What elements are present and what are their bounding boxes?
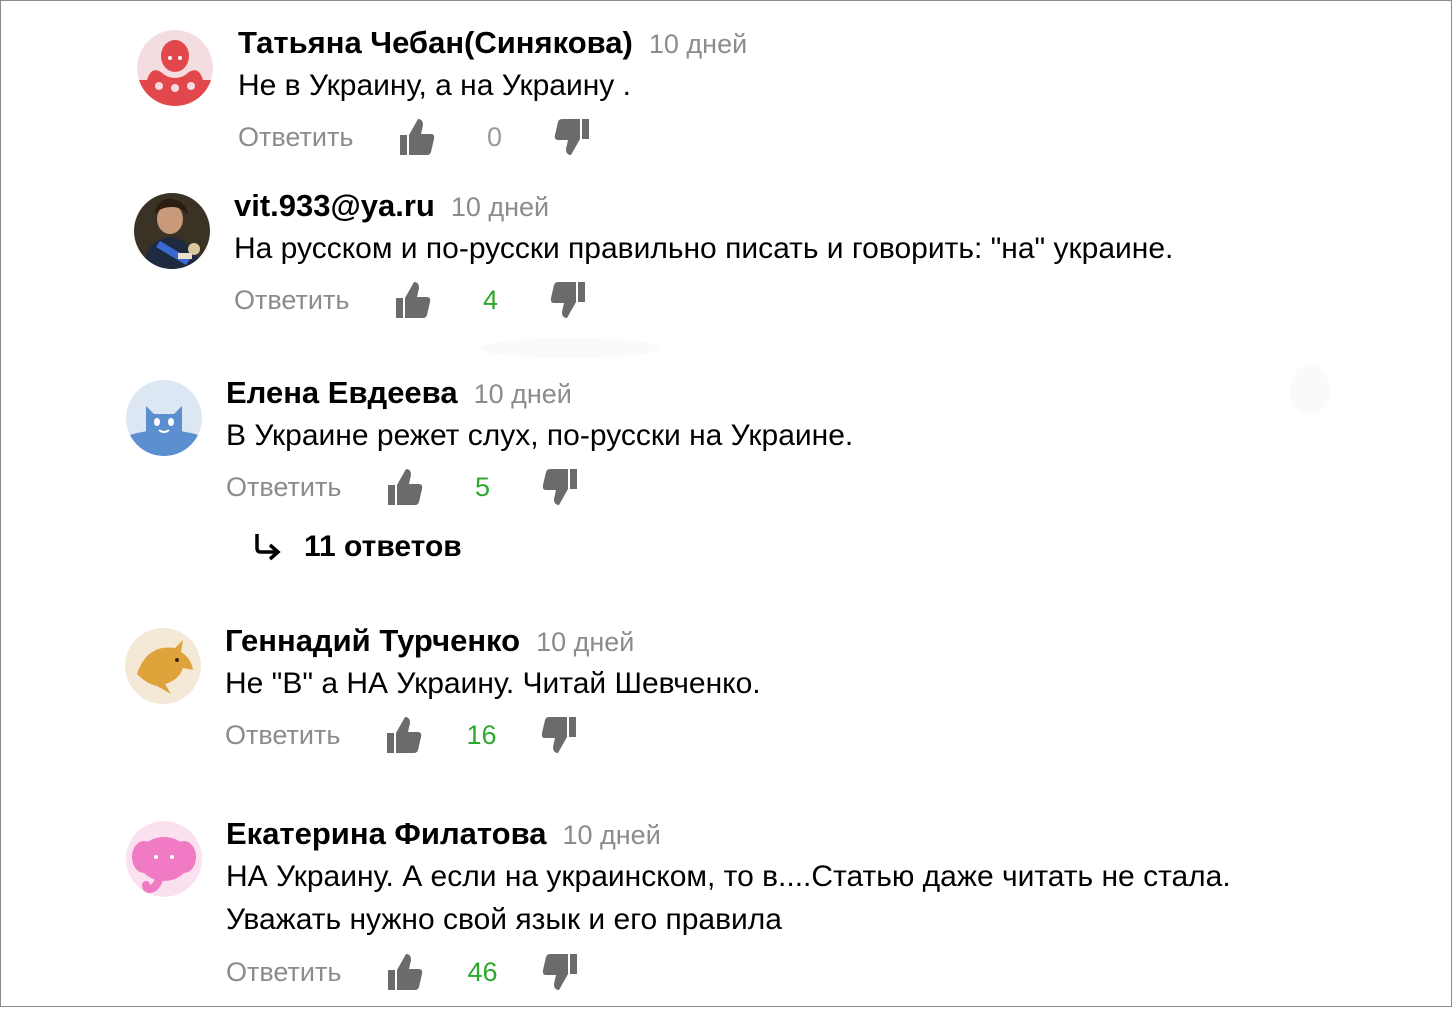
like-count: 4	[482, 284, 499, 315]
comment-text: Не "В" а НА Украину. Читай Шевченко.	[225, 662, 761, 705]
comment-text-line: НА Украину. А если на украинском, то в..…	[226, 860, 1231, 893]
thumbs-down-icon[interactable]	[549, 278, 587, 322]
comment-time[interactable]: 10 дней	[536, 627, 634, 657]
comment-header: vit.933@ya.ru 10 дней	[234, 188, 549, 230]
comment-text: Не в Украину, а на Украину .	[238, 64, 631, 107]
comment-header: Елена Евдеева 10 дней	[226, 375, 572, 417]
thumbs-down-icon[interactable]	[541, 950, 579, 994]
comment-text-line: Не в Украину, а на Украину .	[238, 69, 631, 102]
background-artifact	[480, 338, 660, 358]
like-count: 16	[466, 719, 497, 750]
comment-time[interactable]: 10 дней	[474, 379, 572, 409]
dolphin-avatar[interactable]	[125, 628, 201, 704]
thumbs-down-icon[interactable]	[541, 465, 579, 509]
comment-actions: Ответить 16	[225, 713, 578, 757]
author-name[interactable]: Екатерина Филатова	[226, 816, 546, 851]
comment-header: Татьяна Чебан(Синякова) 10 дней	[238, 25, 747, 67]
reply-button[interactable]: Ответить	[238, 122, 398, 153]
comment-actions: Ответить 5	[226, 465, 579, 509]
comment-actions: Ответить 46	[226, 950, 579, 994]
author-name[interactable]: Татьяна Чебан(Синякова)	[238, 25, 633, 60]
comment-text-line: Уважать нужно свой язык и его правила	[226, 903, 782, 936]
reply-button[interactable]: Ответить	[225, 720, 385, 751]
like-count: 0	[486, 121, 503, 152]
thumbs-down-icon[interactable]	[540, 713, 578, 757]
comment-text: На русском и по-русски правильно писать …	[234, 227, 1173, 270]
thumbs-down-icon[interactable]	[553, 115, 591, 159]
octopus-avatar[interactable]	[137, 30, 213, 106]
author-name[interactable]: Геннадий Турченко	[225, 623, 520, 658]
author-name[interactable]: vit.933@ya.ru	[234, 188, 435, 223]
replies-count-label[interactable]: 11 ответов	[304, 530, 462, 564]
comment-text-line: В Украине режет слух, по-русски на Украи…	[226, 419, 854, 452]
thumbs-up-icon[interactable]	[386, 950, 424, 994]
comment-text: НА Украину. А если на украинском, то в..…	[226, 855, 1231, 941]
comment-text: В Украине режет слух, по-русски на Украи…	[226, 414, 853, 457]
comment-text-line: На русском и по-русски правильно писать …	[234, 232, 1174, 265]
reply-button[interactable]: Ответить	[226, 957, 386, 988]
comment-time[interactable]: 10 дней	[451, 192, 549, 222]
like-count: 5	[474, 471, 491, 502]
elephant-avatar[interactable]	[126, 821, 202, 897]
comment-actions: Ответить 0	[238, 115, 591, 159]
thumbs-up-icon[interactable]	[386, 465, 424, 509]
reply-arrow-icon	[250, 530, 284, 564]
portrait-avatar[interactable]	[134, 193, 210, 269]
comment-time[interactable]: 10 дней	[562, 820, 660, 850]
thumbs-up-icon[interactable]	[385, 713, 423, 757]
show-replies-button[interactable]: 11 ответов	[250, 530, 462, 564]
like-count: 46	[467, 956, 498, 987]
comment-actions: Ответить 4	[234, 278, 587, 322]
cat-avatar[interactable]	[126, 380, 202, 456]
thumbs-up-icon[interactable]	[398, 115, 436, 159]
author-name[interactable]: Елена Евдеева	[226, 375, 458, 410]
comment-text-line: Не "В" а НА Украину. Читай Шевченко.	[225, 667, 761, 700]
comment-time[interactable]: 10 дней	[649, 29, 747, 59]
reply-button[interactable]: Ответить	[234, 285, 394, 316]
background-artifact	[1290, 365, 1330, 415]
comment-header: Екатерина Филатова 10 дней	[226, 816, 661, 858]
thumbs-up-icon[interactable]	[394, 278, 432, 322]
comment-header: Геннадий Турченко 10 дней	[225, 623, 634, 665]
reply-button[interactable]: Ответить	[226, 472, 386, 503]
